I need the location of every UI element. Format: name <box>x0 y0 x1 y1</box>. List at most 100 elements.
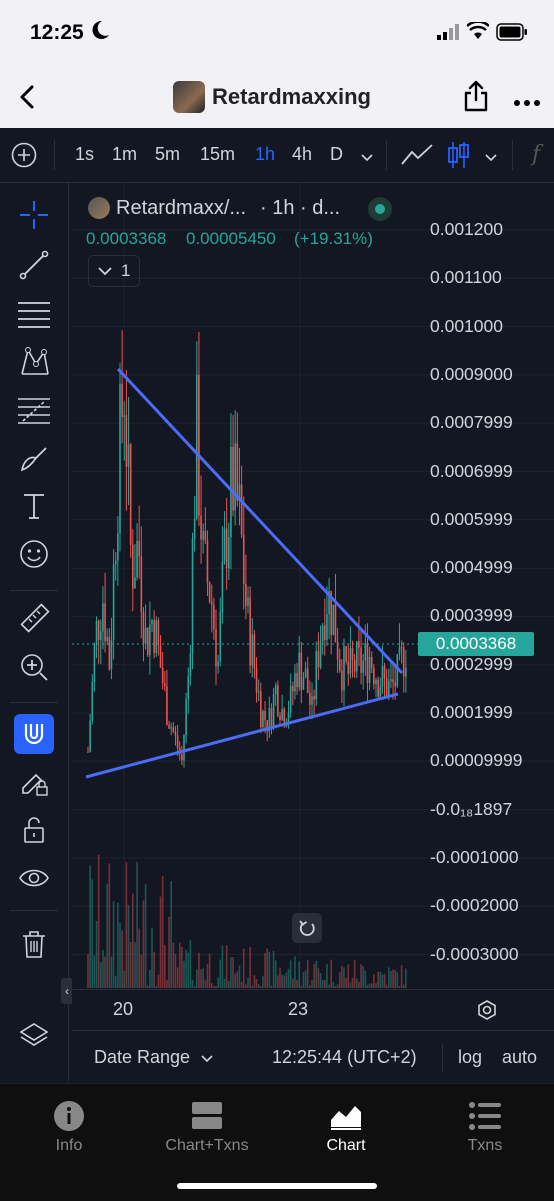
date-range-button[interactable]: Date Range <box>94 1047 213 1068</box>
timeframe-4h[interactable]: 4h <box>292 144 312 165</box>
price-axis-label: 0.0007999 <box>430 412 513 433</box>
price-axis-label: 0.0002999 <box>430 653 513 674</box>
trend-line-icon[interactable] <box>14 245 54 285</box>
volume-bar <box>123 970 126 988</box>
volume-bar <box>370 983 373 988</box>
volume-bar <box>193 986 196 988</box>
volume-bar <box>302 971 305 988</box>
tab-info-label: Info <box>55 1137 83 1154</box>
ruler-icon[interactable] <box>14 598 54 638</box>
clock-timezone[interactable]: 12:25:44 (UTC+2) <box>272 1047 417 1068</box>
candle-body <box>121 383 123 417</box>
volume-bar <box>210 983 213 988</box>
candle-body <box>215 629 217 667</box>
volume-bar <box>164 944 166 988</box>
candles-chart-type-icon[interactable] <box>447 140 471 175</box>
volume-bar <box>221 945 224 988</box>
text-tool-icon[interactable] <box>14 486 54 526</box>
legend-symbol[interactable]: Retardmaxx/... <box>116 197 246 220</box>
volume-bar <box>159 896 162 988</box>
candle-body <box>272 694 275 727</box>
log-scale-toggle[interactable]: log <box>458 1047 482 1068</box>
volume-bar <box>317 967 320 988</box>
zoom-in-icon[interactable] <box>14 647 54 687</box>
eye-icon[interactable] <box>14 858 54 898</box>
volume-bar <box>249 947 251 988</box>
candle-body <box>236 443 239 501</box>
volume-bar <box>157 974 160 988</box>
moon-icon <box>92 20 110 45</box>
volume-bar <box>358 981 360 988</box>
timeframe-1h[interactable]: 1h <box>255 144 275 165</box>
volume-bar <box>232 957 234 988</box>
volume-bar <box>206 964 209 988</box>
candle-body <box>332 604 335 635</box>
more-options-icon[interactable] <box>514 93 540 111</box>
volume-bar <box>379 971 382 988</box>
chart-settings-icon[interactable] <box>476 999 498 1026</box>
reset-chart-button[interactable] <box>292 913 322 943</box>
back-chevron-icon[interactable] <box>16 84 38 115</box>
timeframe-5m[interactable]: 5m <box>155 144 180 165</box>
tab-txns[interactable]: Txns <box>416 1084 554 1174</box>
tab-chart-txns[interactable]: Chart+Txns <box>138 1084 276 1174</box>
pattern-icon[interactable] <box>14 342 54 382</box>
volume-bar <box>270 985 273 988</box>
indicators-toggle[interactable]: 1 <box>88 255 140 287</box>
share-icon[interactable] <box>463 80 489 117</box>
chart-area[interactable]: Retardmaxx/... · 1h · d... 0.0003368 0.0… <box>72 183 554 1081</box>
auto-scale-toggle[interactable]: auto <box>502 1047 537 1068</box>
candle-body <box>204 530 207 541</box>
add-symbol-icon[interactable] <box>11 142 37 173</box>
volume-bar <box>364 970 367 988</box>
candle-body <box>377 679 379 697</box>
candle-body <box>219 612 222 662</box>
volume-bar <box>402 984 405 988</box>
timeframe-d[interactable]: D <box>330 144 343 165</box>
volume-bar <box>93 955 96 988</box>
indicators-icon[interactable]: f <box>532 142 540 167</box>
trash-icon[interactable] <box>14 924 54 964</box>
candle-body <box>304 668 307 678</box>
emoji-icon[interactable] <box>14 534 54 574</box>
legend-avatar <box>88 197 110 219</box>
candle-body <box>264 711 266 721</box>
volume-bar <box>140 954 143 988</box>
volume-bar <box>245 984 247 988</box>
candle-body <box>353 659 356 672</box>
volume-bar <box>260 986 262 988</box>
horizontal-lines-icon[interactable] <box>14 294 54 334</box>
lock-drawing-icon[interactable] <box>14 762 54 802</box>
timeframe-1s[interactable]: 1s <box>75 144 94 165</box>
tab-chart[interactable]: Chart <box>277 1084 415 1174</box>
candle-body <box>153 620 155 654</box>
unlock-icon[interactable] <box>14 810 54 850</box>
candle-body <box>242 534 245 584</box>
volume-bar <box>247 977 249 988</box>
volume-bar <box>97 854 100 988</box>
tab-info[interactable]: Info <box>0 1084 138 1174</box>
volume-bar <box>121 930 123 988</box>
chart-type-dropdown-icon[interactable] <box>484 150 498 168</box>
crosshair-icon[interactable] <box>14 195 54 235</box>
timeframe-dropdown-icon[interactable] <box>360 150 374 168</box>
chevron-down-icon <box>201 1055 213 1063</box>
brush-icon[interactable] <box>14 438 54 478</box>
chart-bottom-bar: Date Range 12:25:44 (UTC+2) log auto <box>72 1030 554 1083</box>
candle-body <box>106 637 108 642</box>
timeframe-1m[interactable]: 1m <box>112 144 137 165</box>
line-chart-type-icon[interactable] <box>400 142 434 173</box>
price-axis-label: 0.001100 <box>430 267 502 288</box>
candle-body <box>302 677 305 690</box>
volume-bar <box>390 970 392 988</box>
layers-icon[interactable] <box>14 1016 54 1056</box>
volume-bar <box>149 969 151 988</box>
volume-bar <box>134 942 136 988</box>
fib-retracement-icon[interactable] <box>14 390 54 430</box>
tab-txns-label: Txns <box>467 1137 503 1154</box>
candle-body <box>112 564 115 641</box>
timeframe-15m[interactable]: 15m <box>200 144 235 165</box>
magnet-icon[interactable] <box>14 714 54 754</box>
volume-bar <box>294 956 296 988</box>
candle-body <box>362 660 364 673</box>
